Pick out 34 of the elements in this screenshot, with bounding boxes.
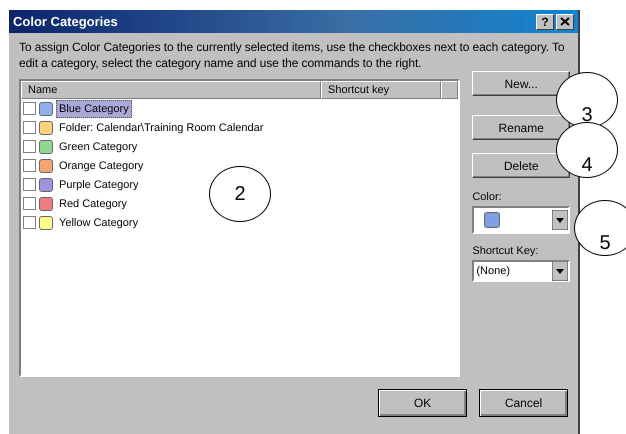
column-header[interactable]: Shortcut key: [321, 81, 441, 99]
dialog-button[interactable]: Cancel: [479, 389, 568, 417]
category-name[interactable]: Orange Category: [56, 156, 146, 174]
checkbox[interactable]: [23, 121, 36, 134]
checkbox[interactable]: [23, 216, 36, 229]
color-dropdown[interactable]: [472, 206, 570, 234]
color-label: Color:: [472, 191, 503, 203]
close-icon[interactable]: [560, 17, 570, 26]
command-button[interactable]: Rename: [472, 115, 570, 140]
column-header[interactable]: Name: [21, 81, 321, 99]
checkbox[interactable]: [23, 159, 36, 172]
help-button[interactable]: ?: [536, 14, 554, 30]
category-name[interactable]: Purple Category: [56, 176, 142, 194]
command-button[interactable]: Delete: [472, 153, 570, 178]
callout-tooltip: 5: [574, 200, 626, 256]
checkbox[interactable]: [23, 178, 36, 191]
dropdown-arrow-icon[interactable]: [552, 261, 568, 281]
dropdown-arrow-icon[interactable]: [552, 210, 568, 230]
shortcut-key-label: Shortcut Key:: [472, 245, 540, 257]
category-name[interactable]: Yellow Category: [56, 214, 142, 232]
category-name[interactable]: Blue Category: [56, 100, 132, 118]
shortcut-key-dropdown[interactable]: (None): [472, 260, 570, 282]
category-name[interactable]: Folder: Calendar\Training Room Calendar: [56, 118, 266, 136]
category-name[interactable]: Red Category: [56, 194, 130, 212]
dialog-button[interactable]: OK: [378, 389, 467, 417]
instructions-text: To assign Color Categories to the currently selected items, use the checkboxes next to each category. To edit a category, select the category name and use the commands to the right.: [19, 39, 566, 71]
callout-tooltip: 2: [209, 166, 271, 222]
checkbox[interactable]: [23, 140, 36, 153]
window-title: Color Categories: [13, 14, 118, 29]
category-name[interactable]: Green Category: [56, 138, 140, 156]
checkbox[interactable]: [23, 197, 36, 210]
checkbox[interactable]: [23, 102, 36, 115]
command-button[interactable]: New...: [472, 71, 570, 96]
close-button[interactable]: [556, 14, 574, 30]
